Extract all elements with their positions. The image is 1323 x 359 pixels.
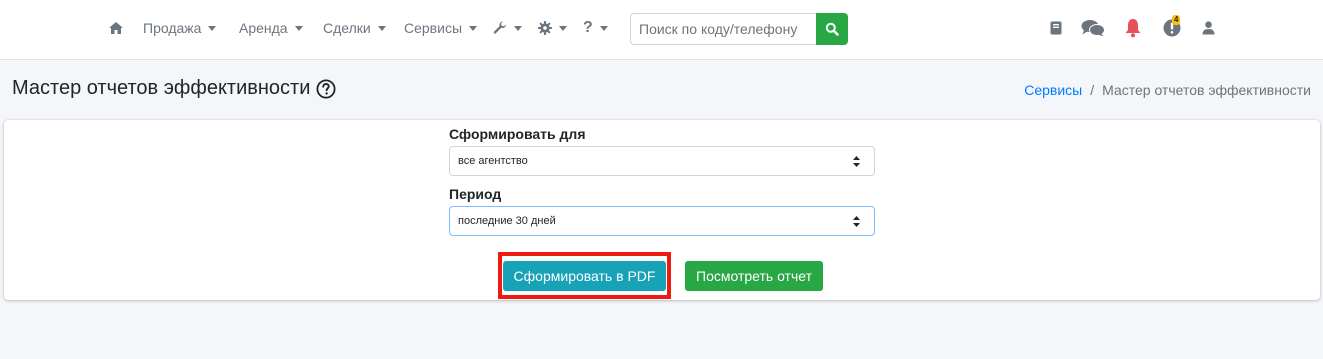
report-for-select[interactable]: все агентство <box>449 146 875 176</box>
top-navbar: Продажа Аренда Сделки Сервисы ? Поиск по… <box>0 0 1323 60</box>
chevron-down-icon <box>294 25 303 31</box>
breadcrumb-current: Мастер отчетов эффективности <box>1102 82 1311 98</box>
comments-icon[interactable] <box>1080 17 1106 39</box>
search-input[interactable] <box>630 13 816 45</box>
user-icon[interactable] <box>1201 17 1215 39</box>
period-label: Период <box>449 186 502 202</box>
question-icon: ? <box>583 19 593 36</box>
search-form <box>630 13 848 45</box>
nav-menu-help[interactable]: ? <box>583 18 608 38</box>
wrench-icon <box>493 21 507 34</box>
nav-menu-settings[interactable] <box>538 18 567 38</box>
view-report-button[interactable]: Посмотреть отчет <box>685 261 823 291</box>
breadcrumb-separator: / <box>1090 82 1095 98</box>
period-value: последние 30 дней <box>458 215 556 227</box>
search-button[interactable] <box>816 13 848 45</box>
page-title: Мастер отчетов эффективности <box>12 77 336 100</box>
alert-count-badge: 4 <box>1172 15 1181 25</box>
chevron-down-icon <box>208 25 217 31</box>
nav-menu-rent-label: Аренда <box>239 20 288 36</box>
gear-icon <box>538 21 552 35</box>
chevron-down-icon <box>559 25 567 31</box>
period-select[interactable]: последние 30 дней <box>449 206 875 236</box>
chevron-down-icon <box>469 25 478 31</box>
select-arrows-icon <box>853 156 860 167</box>
nav-menu-deals-label: Сделки <box>323 20 371 36</box>
nav-menu-deals[interactable]: Сделки <box>323 18 386 38</box>
nav-menu-sale-label: Продажа <box>143 20 202 36</box>
select-arrows-icon <box>853 216 860 227</box>
page-title-text: Мастер отчетов эффективности <box>12 77 311 99</box>
nav-menu-services-label: Сервисы <box>404 20 463 36</box>
breadcrumb-link-services[interactable]: Сервисы <box>1024 82 1082 98</box>
chevron-down-icon <box>514 25 522 31</box>
alert-icon[interactable]: 4 <box>1161 15 1183 39</box>
home-icon[interactable] <box>108 18 124 38</box>
bell-icon[interactable] <box>1123 17 1143 39</box>
search-icon <box>825 22 839 36</box>
nav-menu-rent[interactable]: Аренда <box>239 18 303 38</box>
question-circle-icon[interactable] <box>316 78 336 99</box>
generate-pdf-button[interactable]: Сформировать в PDF <box>503 261 666 291</box>
nav-menu-tools[interactable] <box>493 18 522 38</box>
report-for-value: все агентство <box>458 155 528 167</box>
nav-menu-services[interactable]: Сервисы <box>404 18 478 38</box>
report-for-label: Сформировать для <box>449 126 586 142</box>
chevron-down-icon <box>599 25 608 31</box>
nav-menu-sale[interactable]: Продажа <box>143 18 217 38</box>
breadcrumb: Сервисы / Мастер отчетов эффективности <box>1024 82 1311 98</box>
book-icon[interactable] <box>1049 17 1063 39</box>
chevron-down-icon <box>377 25 386 31</box>
